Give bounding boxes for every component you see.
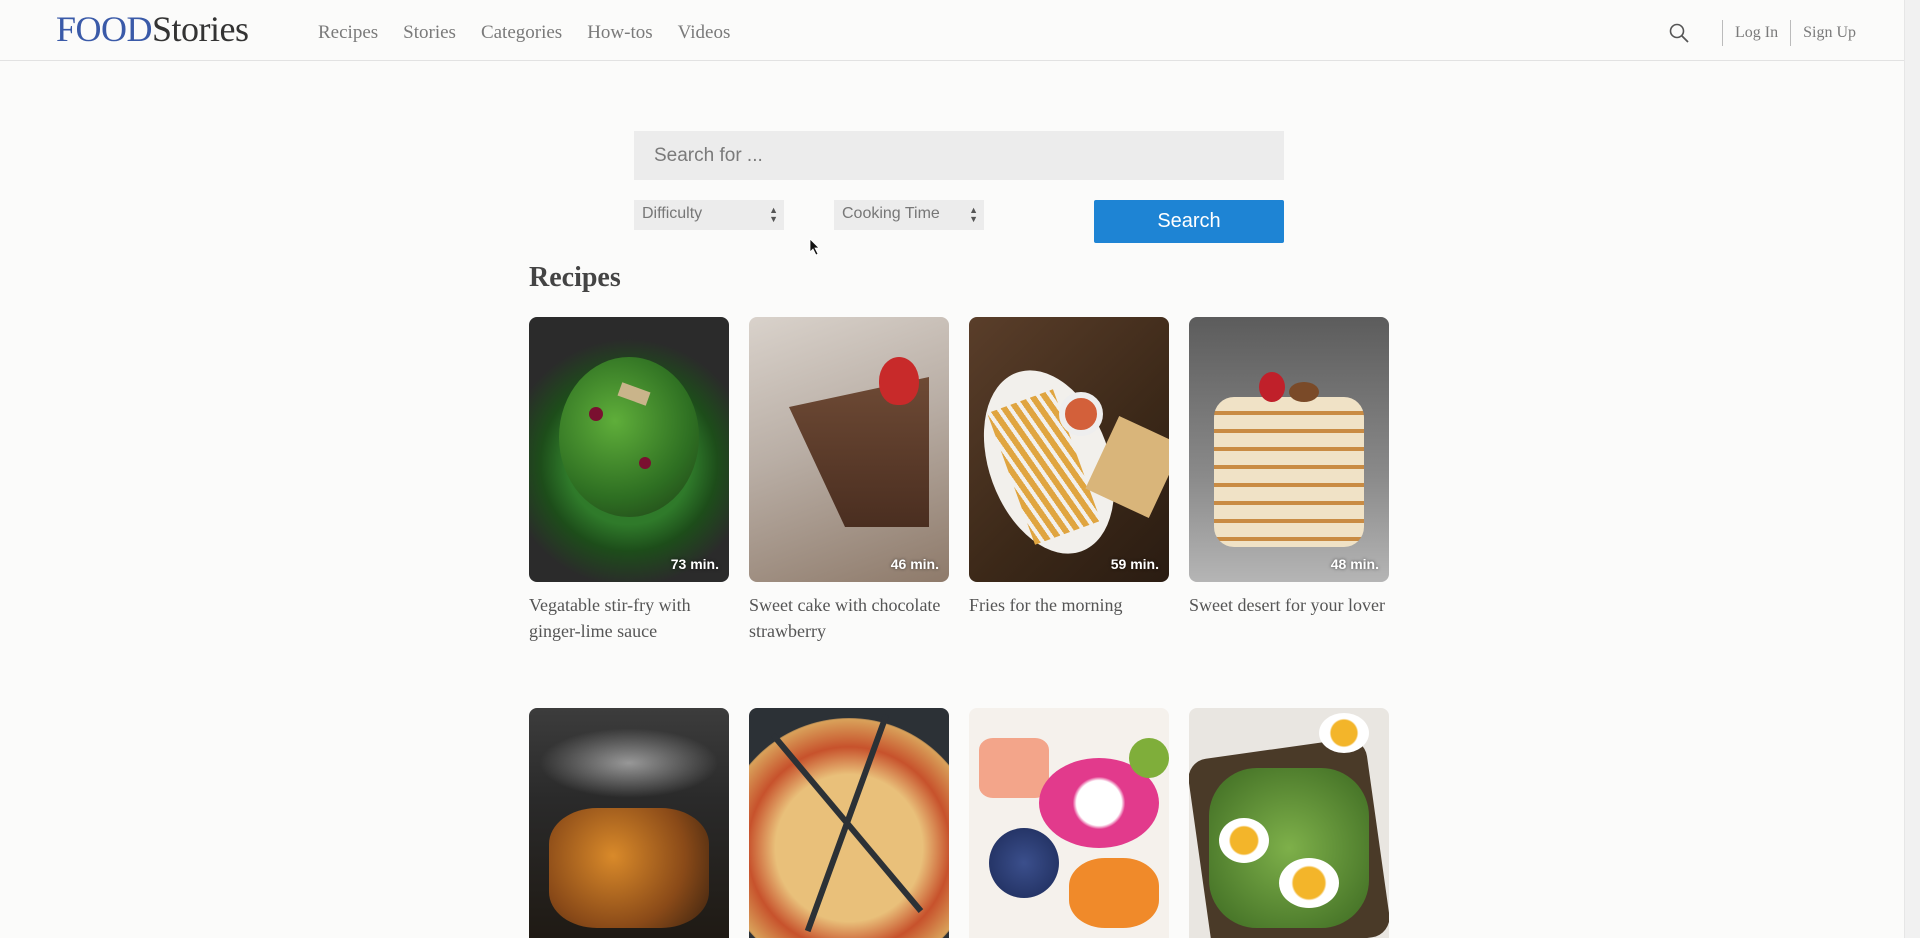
recipe-image xyxy=(969,708,1169,938)
recipes-heading: Recipes xyxy=(529,262,621,293)
cooking-time-select[interactable]: Cooking Time ▲ ▼ xyxy=(834,200,984,230)
recipe-image xyxy=(749,708,949,938)
difficulty-select-label: Difficulty xyxy=(642,205,703,222)
recipe-card[interactable]: 73 min. Vegatable stir-fry with ginger-l… xyxy=(529,317,729,644)
mouse-cursor-icon xyxy=(809,238,820,256)
recipe-card[interactable] xyxy=(1189,708,1389,938)
header-actions: Log In Sign Up xyxy=(1668,20,1856,46)
recipe-card[interactable] xyxy=(969,708,1169,938)
recipe-card[interactable]: 48 min. Sweet desert for your lover xyxy=(1189,317,1389,618)
select-arrows-icon: ▲ ▼ xyxy=(969,205,978,224)
signup-link[interactable]: Sign Up xyxy=(1803,24,1856,42)
recipe-title[interactable]: Fries for the morning xyxy=(969,592,1169,618)
recipe-image xyxy=(529,708,729,938)
cooking-time-select-label: Cooking Time xyxy=(842,205,940,222)
vertical-scrollbar[interactable] xyxy=(1904,0,1920,938)
recipe-title[interactable]: Sweet cake with chocolate strawberry xyxy=(749,592,949,644)
difficulty-select[interactable]: Difficulty ▲ ▼ xyxy=(634,200,784,230)
search-icon[interactable] xyxy=(1668,22,1690,44)
cook-time-badge: 73 min. xyxy=(670,556,719,572)
recipe-card[interactable] xyxy=(749,708,949,938)
top-header: FOODStories Recipes Stories Categories H… xyxy=(0,0,1920,61)
cook-time-badge: 59 min. xyxy=(1110,556,1159,572)
recipe-image: 46 min. xyxy=(749,317,949,582)
recipe-card[interactable] xyxy=(529,708,729,938)
select-arrows-icon: ▲ ▼ xyxy=(769,205,778,224)
recipe-card[interactable]: 46 min. Sweet cake with chocolate strawb… xyxy=(749,317,949,644)
divider xyxy=(1721,20,1723,46)
recipe-image: 73 min. xyxy=(529,317,729,582)
nav-videos[interactable]: Videos xyxy=(678,22,731,44)
nav-recipes[interactable]: Recipes xyxy=(318,22,378,44)
recipe-image: 59 min. xyxy=(969,317,1169,582)
cook-time-badge: 48 min. xyxy=(1330,556,1379,572)
recipe-title[interactable]: Sweet desert for your lover xyxy=(1189,592,1389,618)
recipe-image: 48 min. xyxy=(1189,317,1389,582)
logo-food: FOOD xyxy=(56,9,153,49)
login-link[interactable]: Log In xyxy=(1735,24,1778,42)
nav-how-tos[interactable]: How-tos xyxy=(587,22,652,44)
recipe-image xyxy=(1189,708,1389,938)
recipe-card[interactable]: 59 min. Fries for the morning xyxy=(969,317,1169,618)
cook-time-badge: 46 min. xyxy=(890,556,939,572)
recipe-title[interactable]: Vegatable stir-fry with ginger-lime sauc… xyxy=(529,592,729,644)
logo-stories: Stories xyxy=(152,9,249,49)
divider xyxy=(1790,20,1792,46)
nav-stories[interactable]: Stories xyxy=(403,22,456,44)
main-nav: Recipes Stories Categories How-tos Video… xyxy=(318,22,755,44)
search-input[interactable] xyxy=(634,131,1284,180)
nav-categories[interactable]: Categories xyxy=(481,22,562,44)
search-button[interactable]: Search xyxy=(1094,200,1284,243)
site-logo[interactable]: FOODStories xyxy=(56,8,249,50)
